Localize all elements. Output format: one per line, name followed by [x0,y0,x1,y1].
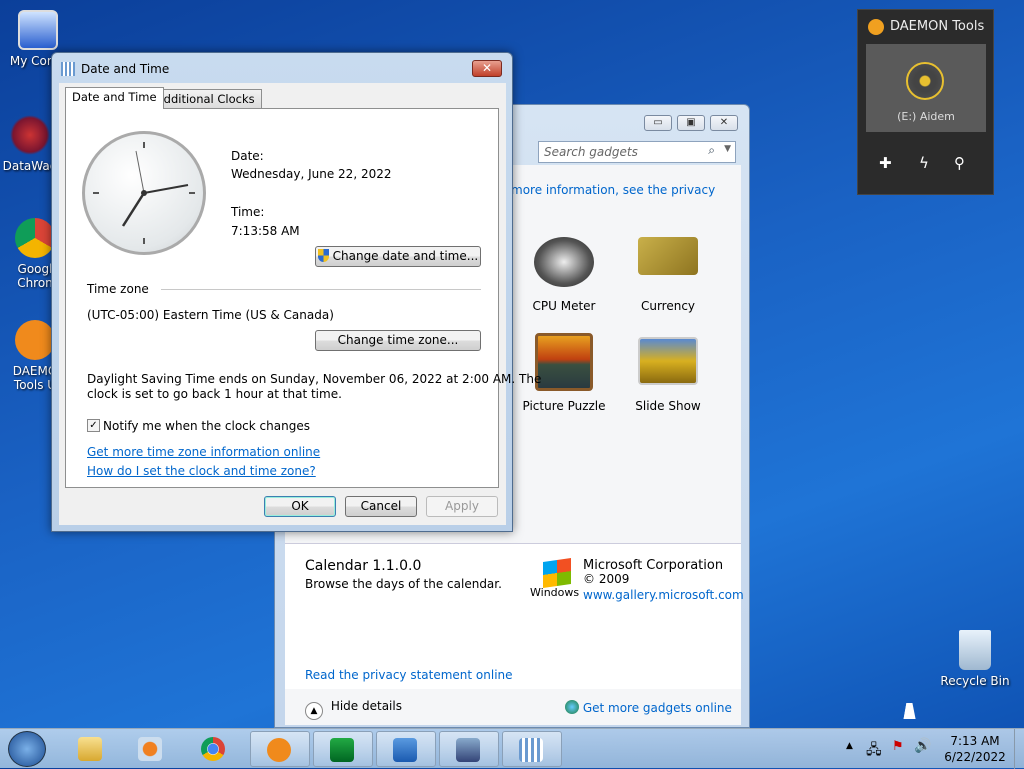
timezone-value: (UTC-05:00) Eastern Time (US & Canada) [87,308,334,322]
globe-icon [565,700,579,714]
time-value: 7:13:58 AM [231,224,300,238]
tab-panel: Date: Wednesday, June 22, 2022 Time: 7:1… [65,108,541,488]
slide-show-icon [638,337,698,385]
action-center-icon[interactable]: ⚑ [892,739,904,754]
gadget-cpu-meter[interactable]: CPU Meter [514,237,614,313]
minimize-button[interactable]: ▭ [644,115,672,131]
hide-details-button[interactable]: ▲ Hide details [305,699,402,720]
chrome-icon [15,218,55,258]
maximize-button[interactable]: ▣ [677,115,705,131]
volume-icon[interactable]: 🔊 [914,738,931,754]
folder-icon [78,737,102,761]
recycle-bin-icon [959,630,991,670]
taskbar-gadgets[interactable] [376,731,436,767]
chrome-icon [201,737,225,761]
add-icon[interactable]: ✚ [879,154,892,172]
gadget-details-panel: Calendar 1.1.0.0 Browse the days of the … [285,543,744,689]
notify-checkbox[interactable]: ✓ [87,419,100,432]
unmount-icon[interactable]: ⚲ [954,154,965,172]
close-button[interactable]: ✕ [472,60,502,77]
clock-hands [93,142,195,244]
change-time-zone-button[interactable]: Change time zone... [315,330,481,351]
daemon-tools-icon [15,320,55,360]
gallery-website-link[interactable]: www.gallery.microsoft.com [583,588,744,602]
change-date-time-button[interactable]: Change date and time... [315,246,481,267]
dialog-title: Date and Time [81,62,170,76]
daemon-logo-icon [868,19,884,35]
timezone-divider [161,289,481,290]
ok-button[interactable]: OK [264,496,336,517]
picture-puzzle-icon [535,333,593,391]
control-panel-icon [456,738,480,762]
privacy-statement-link[interactable]: Read the privacy statement online [305,668,513,682]
search-icon[interactable]: ⌕ [708,143,715,158]
show-desktop-button[interactable] [1014,729,1024,769]
computer-icon [18,10,58,50]
clock[interactable]: 7:13 AM 6/22/2022 [940,733,1010,765]
taskbar-date-and-time[interactable] [502,731,562,767]
gadget-currency[interactable]: Currency [618,237,718,313]
taskbar-control-panel[interactable] [439,731,499,767]
how-to-set-clock-link[interactable]: How do I set the clock and time zone? [87,464,316,478]
windows-logo-icon [543,558,571,588]
taskbar-task-manager[interactable] [313,731,373,767]
chevron-up-icon: ▲ [305,702,323,720]
time-zone-info-link[interactable]: Get more time zone information online [87,445,320,459]
get-more-gadgets-link[interactable]: Get more gadgets online [565,700,732,717]
show-hidden-icons-icon[interactable]: ▲ [846,741,853,751]
analog-clock [82,131,206,255]
virtual-drive[interactable]: (E:) Aidem [866,44,986,132]
monitor-icon [330,738,354,762]
daemon-tools-icon [267,738,291,762]
media-player-icon [138,737,162,761]
gadget-slide-show[interactable]: Slide Show [618,337,718,413]
desktop-icon-recycle-bin[interactable]: Recycle Bin [935,630,1015,688]
date-time-dialog: Date and Time ✕ Date and Time Additional… [51,52,541,532]
taskbar-media-player[interactable] [122,731,178,767]
network-icon[interactable]: 🖧 [866,739,882,763]
date-value: Wednesday, June 22, 2022 [231,167,392,181]
tab-additional-clocks[interactable]: Additional Clocks [149,89,262,108]
lightning-icon[interactable]: ϟ [919,154,929,172]
taskbar: ▲ 🖧 ⚑ 🔊 7:13 AM 6/22/2022 [0,728,1024,769]
taskbar-daemon-tools[interactable] [250,731,310,767]
start-button[interactable] [8,731,46,767]
gadgets-icon [393,738,417,762]
search-gadgets-input[interactable]: Search gadgets ⌕ ▼ [538,141,736,163]
dropdown-chevron-icon[interactable]: ▼ [724,144,731,154]
cancel-button[interactable]: Cancel [345,496,417,517]
privacy-link[interactable]: more information, see the privacy [511,183,715,197]
disc-icon [906,62,944,100]
cpu-meter-icon [534,237,594,287]
calendar-clock-icon [519,738,543,762]
uac-shield-icon [317,249,329,262]
taskbar-explorer[interactable] [62,731,118,767]
close-button[interactable]: ✕ [710,115,738,131]
apply-button[interactable]: Apply [426,496,498,517]
taskbar-chrome[interactable] [185,731,241,767]
mouse-cursor [903,703,919,719]
tab-date-and-time[interactable]: Date and Time [65,87,164,109]
currency-icon [638,237,698,275]
datawag-icon [10,115,50,155]
daemon-tools-gadget: DAEMON Tools (E:) Aidem ✚ ϟ ⚲ [857,9,994,195]
date-time-app-icon [61,62,75,76]
